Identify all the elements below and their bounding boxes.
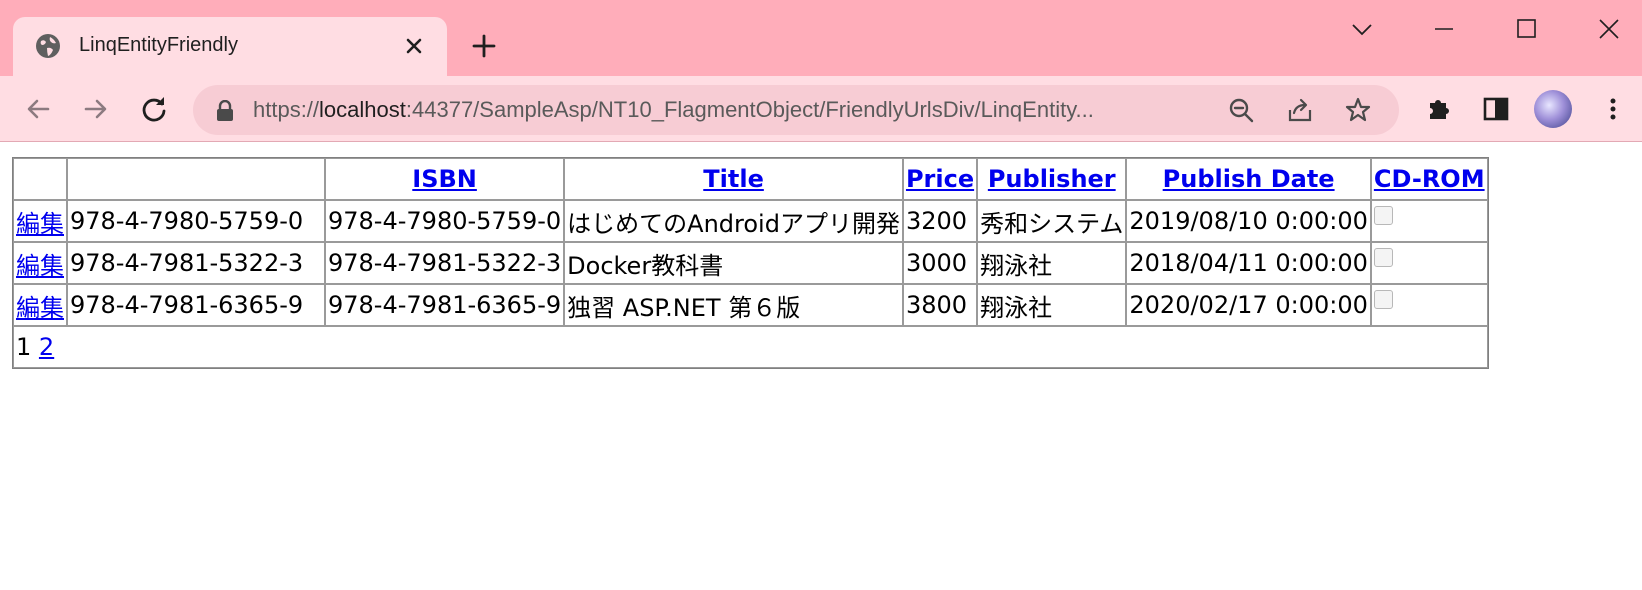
edit-cell: 編集 bbox=[13, 242, 67, 284]
side-panel-icon[interactable] bbox=[1481, 94, 1511, 124]
header-price: Price bbox=[902, 158, 978, 200]
price-cell: 3800 bbox=[902, 284, 978, 326]
title-cell: Docker教科書 bbox=[564, 242, 903, 284]
cdrom-checkbox bbox=[1373, 206, 1393, 225]
header-title: Title bbox=[564, 158, 903, 200]
header-key bbox=[67, 158, 325, 200]
publish-date-cell: 2020/02/17 0:00:00 bbox=[1126, 284, 1371, 326]
edit-link[interactable]: 編集 bbox=[16, 210, 64, 238]
url-text[interactable]: https://localhost:44377/SampleAsp/NT10_F… bbox=[253, 97, 1094, 123]
pager-cell: 1 2 bbox=[13, 326, 1488, 368]
maximize-icon[interactable] bbox=[1511, 14, 1541, 44]
edit-cell: 編集 bbox=[13, 200, 67, 242]
new-tab-icon[interactable] bbox=[471, 33, 497, 59]
sort-title-link[interactable]: Title bbox=[703, 165, 764, 193]
title-cell: 独習 ASP.NET 第６版 bbox=[564, 284, 903, 326]
lock-icon[interactable] bbox=[215, 100, 235, 122]
header-publisher: Publisher bbox=[977, 158, 1127, 200]
table-row: 編集 978-4-7981-5322-3 978-4-7981-5322-3 D… bbox=[13, 242, 1488, 284]
key-cell: 978-4-7980-5759-0 bbox=[67, 200, 325, 242]
edit-link[interactable]: 編集 bbox=[16, 294, 64, 322]
sort-price-link[interactable]: Price bbox=[906, 165, 974, 193]
isbn-cell: 978-4-7981-6365-9 bbox=[325, 284, 565, 326]
extensions-icon[interactable] bbox=[1424, 94, 1454, 124]
publisher-cell: 翔泳社 bbox=[977, 284, 1127, 326]
header-edit bbox=[13, 158, 67, 200]
tab-strip: LinqEntityFriendly bbox=[0, 0, 1642, 76]
page-content: ISBN Title Price Publisher Publish Date … bbox=[12, 157, 1489, 369]
browser-tab[interactable]: LinqEntityFriendly bbox=[13, 17, 447, 76]
zoom-icon[interactable] bbox=[1227, 96, 1255, 124]
publisher-cell: 秀和システム bbox=[977, 200, 1127, 242]
globe-icon bbox=[36, 34, 60, 58]
books-grid: ISBN Title Price Publisher Publish Date … bbox=[12, 157, 1489, 369]
minimize-icon[interactable] bbox=[1429, 14, 1459, 44]
profile-avatar[interactable] bbox=[1534, 90, 1572, 128]
header-publish-date: Publish Date bbox=[1126, 158, 1371, 200]
bookmark-star-icon[interactable] bbox=[1344, 96, 1372, 124]
tab-title: LinqEntityFriendly bbox=[79, 34, 238, 56]
isbn-cell: 978-4-7980-5759-0 bbox=[325, 200, 565, 242]
address-bar[interactable]: https://localhost:44377/SampleAsp/NT10_F… bbox=[193, 85, 1399, 135]
title-cell: はじめてのAndroidアプリ開発 bbox=[564, 200, 903, 242]
share-icon[interactable] bbox=[1286, 96, 1314, 124]
sort-publish-date-link[interactable]: Publish Date bbox=[1163, 165, 1335, 193]
close-tab-icon[interactable] bbox=[403, 35, 425, 57]
pager-row: 1 2 bbox=[13, 326, 1488, 368]
table-row: 編集 978-4-7980-5759-0 978-4-7980-5759-0 は… bbox=[13, 200, 1488, 242]
publisher-cell: 翔泳社 bbox=[977, 242, 1127, 284]
price-cell: 3200 bbox=[902, 200, 978, 242]
forward-icon[interactable] bbox=[81, 94, 111, 124]
edit-link[interactable]: 編集 bbox=[16, 252, 64, 280]
cdrom-checkbox bbox=[1373, 290, 1393, 309]
header-cdrom: CD-ROM bbox=[1370, 158, 1488, 200]
pager-current-page: 1 bbox=[16, 333, 32, 361]
back-icon[interactable] bbox=[23, 94, 53, 124]
publish-date-cell: 2018/04/11 0:00:00 bbox=[1126, 242, 1371, 284]
reload-icon[interactable] bbox=[139, 94, 169, 124]
tab-search-icon[interactable] bbox=[1347, 14, 1377, 44]
isbn-cell: 978-4-7981-5322-3 bbox=[325, 242, 565, 284]
table-row: 編集 978-4-7981-6365-9 978-4-7981-6365-9 独… bbox=[13, 284, 1488, 326]
header-isbn: ISBN bbox=[325, 158, 565, 200]
more-menu-icon[interactable] bbox=[1598, 94, 1628, 124]
publish-date-cell: 2019/08/10 0:00:00 bbox=[1126, 200, 1371, 242]
sort-publisher-link[interactable]: Publisher bbox=[988, 165, 1116, 193]
grid-header-row: ISBN Title Price Publisher Publish Date … bbox=[13, 158, 1488, 200]
cdrom-cell bbox=[1370, 200, 1488, 242]
price-cell: 3000 bbox=[902, 242, 978, 284]
pager-page-link[interactable]: 2 bbox=[39, 333, 54, 361]
cdrom-cell bbox=[1370, 242, 1488, 284]
edit-cell: 編集 bbox=[13, 284, 67, 326]
key-cell: 978-4-7981-6365-9 bbox=[67, 284, 325, 326]
key-cell: 978-4-7981-5322-3 bbox=[67, 242, 325, 284]
sort-isbn-link[interactable]: ISBN bbox=[412, 165, 477, 193]
sort-cdrom-link[interactable]: CD-ROM bbox=[1374, 165, 1485, 193]
window-close-icon[interactable] bbox=[1594, 14, 1624, 44]
browser-toolbar: https://localhost:44377/SampleAsp/NT10_F… bbox=[0, 76, 1642, 142]
cdrom-cell bbox=[1370, 284, 1488, 326]
cdrom-checkbox bbox=[1373, 248, 1393, 267]
